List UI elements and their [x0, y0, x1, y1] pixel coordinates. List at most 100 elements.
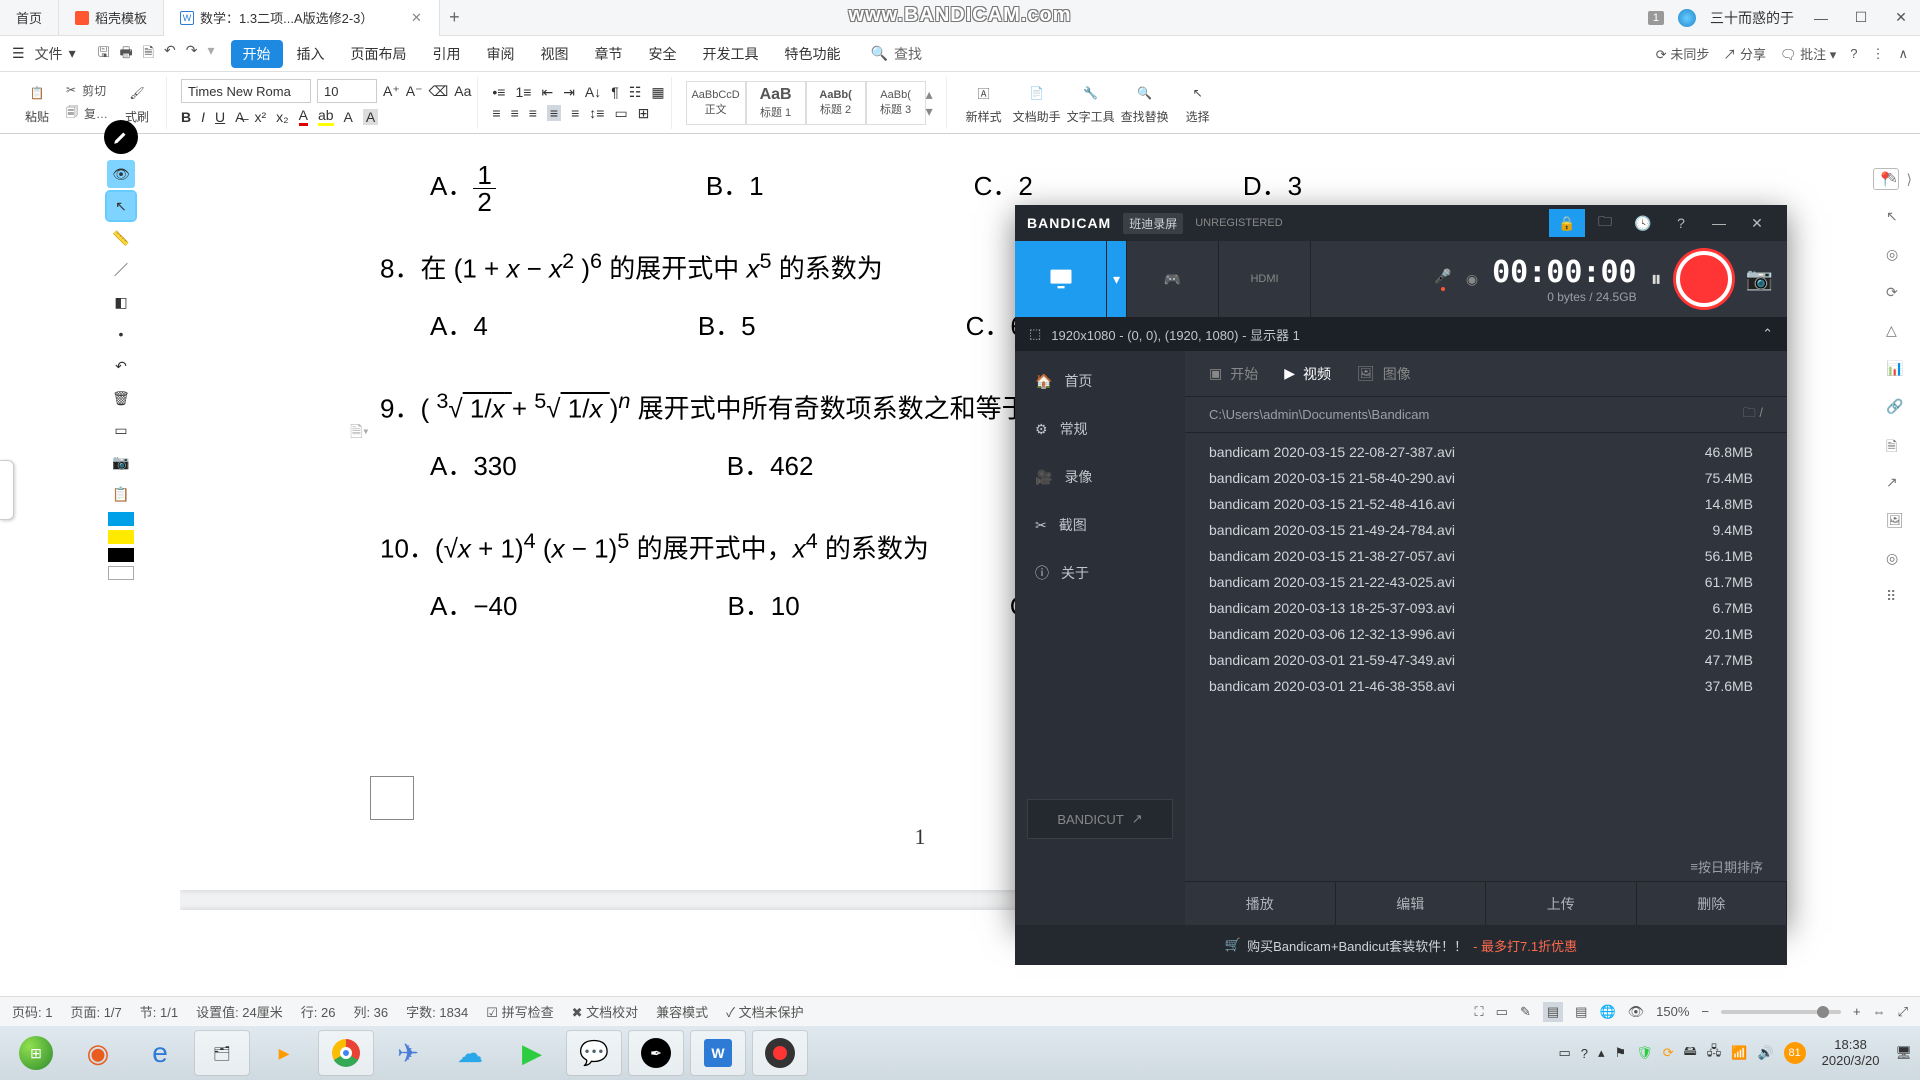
format-painter[interactable]: 🖌式刷	[114, 80, 160, 125]
bullets-icon[interactable]: •≡	[492, 84, 505, 100]
sync-icon[interactable]: ⟳	[1886, 284, 1906, 304]
task-bandicam[interactable]	[752, 1030, 808, 1076]
help-icon[interactable]: ?	[1850, 46, 1857, 61]
task-play[interactable]: ▶	[504, 1030, 560, 1076]
italic-icon[interactable]: I	[201, 109, 205, 125]
color-cyan[interactable]	[108, 512, 134, 526]
task-chat[interactable]: 💬	[566, 1030, 622, 1076]
task-chrome[interactable]	[318, 1030, 374, 1076]
fullscreen-icon[interactable]: ⛶	[1475, 1004, 1484, 1020]
menutab-dev[interactable]: 开发工具	[691, 40, 771, 68]
new-tab-button[interactable]: +	[440, 7, 468, 28]
file-row[interactable]: bandicam 2020-03-06 12-32-13-996.avi20.1…	[1209, 621, 1777, 647]
mode-screen-dropdown[interactable]: ▾	[1107, 241, 1127, 317]
shape-icon[interactable]: ◎	[1886, 246, 1906, 266]
help-icon2[interactable]: ?	[1663, 209, 1699, 237]
indent-icon[interactable]: ⇥	[563, 84, 575, 101]
align-dist-icon[interactable]: ≡	[571, 105, 579, 121]
color-black[interactable]	[108, 548, 134, 562]
tray-wifi-icon[interactable]: 📶	[1731, 1045, 1747, 1061]
columns-icon[interactable]: ☷	[629, 84, 642, 101]
zoom-out[interactable]: −	[1701, 1004, 1709, 1019]
menutab-start[interactable]: 开始	[231, 40, 283, 68]
tray-desktop-icon[interactable]: 🖥	[1895, 1045, 1912, 1061]
tab-video[interactable]: ▶视频	[1284, 364, 1331, 384]
redo-icon[interactable]: ↷	[186, 42, 198, 66]
menutab-feature[interactable]: 特色功能	[773, 40, 853, 68]
borders-icon[interactable]: ⊞	[638, 105, 650, 122]
select-button[interactable]: ↖选择	[1175, 80, 1221, 125]
underline-icon[interactable]: U	[215, 109, 225, 125]
paragraph-mark-icon[interactable]: 🗎▾	[350, 415, 369, 450]
outdent-icon[interactable]: ⇤	[541, 84, 553, 101]
shading-icon[interactable]: ▭	[614, 105, 627, 122]
bandi-minimize[interactable]: —	[1701, 209, 1737, 237]
task-ink[interactable]: ✒	[628, 1030, 684, 1076]
bold-icon[interactable]: B	[181, 109, 191, 125]
clipboard-tool-icon[interactable]: 📋	[107, 480, 135, 508]
task-ie[interactable]: e	[132, 1030, 188, 1076]
undo-tool-icon[interactable]: ↶	[107, 352, 135, 380]
collapse-ribbon-icon[interactable]: ∧	[1898, 46, 1908, 62]
new-style-button[interactable]: 🄰新样式	[961, 80, 1007, 125]
target-icon[interactable]: ◎	[1886, 550, 1906, 570]
tray-sync-icon[interactable]: ⟳	[1663, 1045, 1674, 1061]
tray-up-icon[interactable]: ▴	[1598, 1045, 1605, 1061]
show-marks-icon[interactable]: ¶	[611, 84, 619, 100]
sort-button[interactable]: ≡ 按日期排序	[1185, 851, 1787, 881]
style-h3[interactable]: AaBb(标题 3	[866, 81, 926, 125]
action-edit[interactable]: 编辑	[1336, 882, 1487, 925]
line-tool-icon[interactable]: ／	[107, 256, 135, 284]
bandi-close[interactable]: ✕	[1739, 209, 1775, 237]
tab-image[interactable]: 🖼图像	[1357, 364, 1411, 384]
folder-icon[interactable]: 🗀	[1587, 209, 1623, 237]
tray-volume-icon[interactable]: 🔊	[1757, 1045, 1773, 1061]
eye-tool-icon[interactable]: 👁	[107, 160, 135, 188]
close-tab-icon[interactable]: ✕	[409, 11, 423, 25]
undo-icon[interactable]: ↶	[164, 42, 176, 66]
grow-font-icon[interactable]: A⁺	[383, 83, 400, 100]
edit-mode-icon[interactable]: ✎	[1520, 1004, 1531, 1020]
sb-protect[interactable]: ✓ 文档未保护	[726, 1002, 804, 1021]
char-shading-icon[interactable]: A	[363, 109, 378, 125]
subscript-icon[interactable]: x₂	[276, 109, 288, 125]
font-family-select[interactable]: Times New Roma	[181, 79, 311, 103]
color-yellow[interactable]	[108, 530, 134, 544]
file-row[interactable]: bandicam 2020-03-15 21-49-24-784.avi9.4M…	[1209, 517, 1777, 543]
expand-region-icon[interactable]: ⌃	[1762, 326, 1773, 342]
share-button[interactable]: ↗ 分享	[1723, 44, 1766, 63]
pause-button[interactable]: ⏸	[1651, 266, 1662, 292]
focus-icon[interactable]: 👁	[1628, 1004, 1645, 1020]
sb-page-idx[interactable]: 页码: 1	[12, 1002, 52, 1021]
tray-flag-icon[interactable]: ⚑	[1615, 1045, 1627, 1061]
output-path[interactable]: C:\Users\admin\Documents\Bandicam 🗀 /	[1185, 397, 1787, 433]
change-case-icon[interactable]: Aa	[454, 83, 471, 99]
more-icon[interactable]: ⋮	[1871, 46, 1884, 62]
close-button[interactable]: ✕	[1888, 5, 1914, 31]
save-icon[interactable]: 🖫	[98, 42, 110, 66]
side-record[interactable]: 🎥录像	[1015, 453, 1185, 501]
task-explorer[interactable]: 🗂	[194, 1030, 250, 1076]
action-play[interactable]: 播放	[1185, 882, 1336, 925]
search-icon[interactable]: 🔍	[871, 45, 888, 62]
preview-icon[interactable]: 🗎	[143, 42, 154, 66]
color-white[interactable]	[108, 566, 134, 580]
align-center-icon[interactable]: ≡	[511, 105, 519, 121]
align-left-icon[interactable]: ≡	[492, 105, 500, 121]
tray-shield-icon[interactable]: 🛡	[1636, 1045, 1653, 1061]
ink-pen-button[interactable]	[104, 120, 138, 154]
paste-button[interactable]: 📋 粘贴	[14, 80, 60, 125]
maximize-button[interactable]: ☐	[1848, 5, 1874, 31]
file-menu[interactable]: 文件▾	[29, 44, 82, 64]
trash-tool-icon[interactable]: 🗑	[107, 384, 135, 412]
sync-status[interactable]: ⟳ 未同步	[1656, 44, 1710, 63]
file-row[interactable]: bandicam 2020-03-15 21-58-40-290.avi75.4…	[1209, 465, 1777, 491]
zoom-in[interactable]: +	[1853, 1004, 1861, 1019]
task-media[interactable]: ▶	[256, 1030, 312, 1076]
align-justify-icon[interactable]: ≡	[547, 105, 561, 121]
export-icon[interactable]: ↗	[1886, 474, 1906, 494]
menutab-chapter[interactable]: 章节	[583, 40, 635, 68]
superscript-icon[interactable]: x²	[255, 109, 267, 125]
attach-icon[interactable]: 🔗	[1886, 398, 1906, 418]
line-spacing-icon[interactable]: ↕≡	[589, 105, 604, 121]
